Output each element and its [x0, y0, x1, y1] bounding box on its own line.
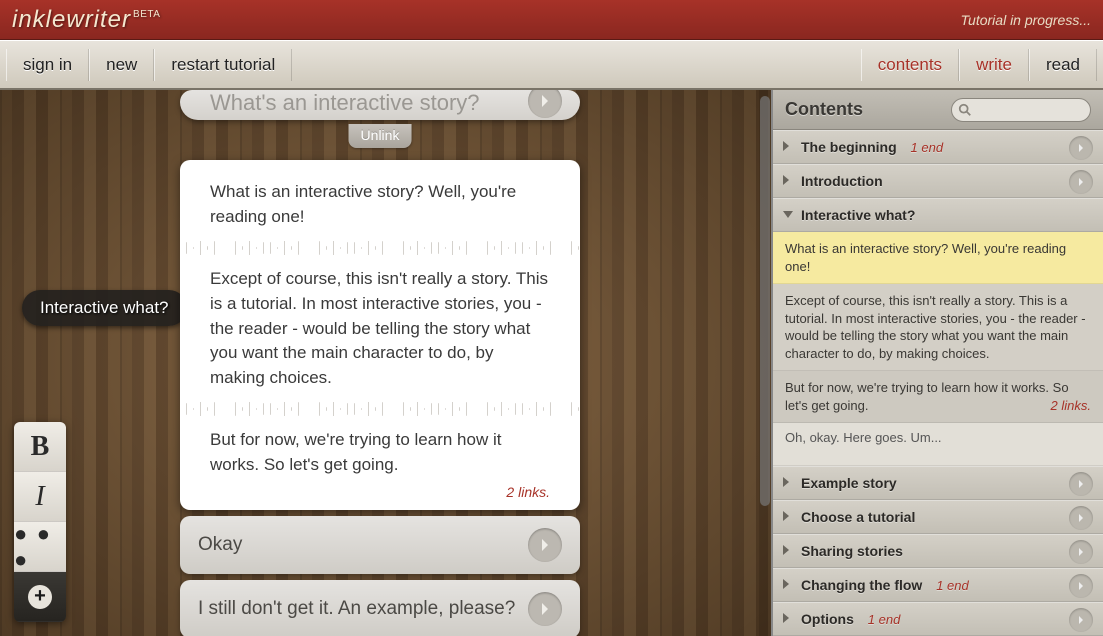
disclosure-icon [783, 477, 789, 487]
links-count: 2 links. [1051, 397, 1091, 415]
arrow-right-icon[interactable] [1069, 608, 1093, 632]
top-bar: inklewriterBETA Tutorial in progress... [0, 0, 1103, 40]
paragraph[interactable]: What is an interactive story? Well, you'… [210, 180, 550, 229]
logo: inklewriterBETA [12, 6, 158, 34]
workspace: Interactive what? What's an interactive … [0, 90, 1103, 636]
peek-text: What's an interactive story? [210, 90, 480, 115]
arrow-right-icon[interactable] [528, 90, 562, 118]
canvas-scrollbar[interactable] [759, 90, 771, 636]
paragraph[interactable]: Except of course, this isn't really a st… [210, 267, 550, 390]
toc-expanded-body: What is an interactive story? Well, you'… [773, 232, 1103, 466]
story-paper[interactable]: What is an interactive story? Well, you'… [180, 160, 580, 510]
scroll-thumb[interactable] [760, 96, 770, 506]
end-badge: 1 end [868, 612, 901, 627]
end-badge: 1 end [936, 578, 969, 593]
paragraph[interactable]: But for now, we're trying to learn how i… [210, 428, 550, 477]
add-button[interactable]: + [14, 572, 66, 622]
arrow-right-icon[interactable] [528, 592, 562, 626]
toc-row-text: But for now, we're trying to learn how i… [785, 380, 1069, 413]
contents-list[interactable]: The beginning 1 end Introduction Interac… [773, 130, 1103, 636]
end-badge: 1 end [911, 140, 944, 155]
search-input[interactable] [951, 98, 1091, 122]
disclosure-icon [783, 511, 789, 521]
toc-item-introduction[interactable]: Introduction [773, 164, 1103, 198]
toc-label: Sharing stories [801, 543, 903, 559]
read-tab[interactable]: read [1029, 49, 1097, 81]
tear-divider [180, 402, 580, 416]
story-option[interactable]: Okay [180, 516, 580, 574]
contents-sidebar: Contents The beginning 1 end Introductio… [771, 90, 1103, 636]
toc-item-example-story[interactable]: Example story [773, 466, 1103, 500]
section-tag[interactable]: Interactive what? [22, 290, 187, 326]
arrow-right-icon[interactable] [1069, 574, 1093, 598]
logo-text: inklewriter [12, 6, 131, 33]
arrow-right-icon[interactable] [1069, 540, 1093, 564]
arrow-right-icon[interactable] [528, 528, 562, 562]
signin-button[interactable]: sign in [6, 49, 89, 81]
menu-bar: sign in new restart tutorial contents wr… [0, 40, 1103, 90]
previous-card-peek[interactable]: What's an interactive story? [180, 90, 580, 120]
toc-label: Changing the flow [801, 577, 922, 593]
plus-icon: + [28, 585, 52, 609]
arrow-right-icon[interactable] [1069, 170, 1093, 194]
disclosure-icon [783, 141, 789, 151]
italic-button[interactable]: I [14, 472, 66, 522]
tear-divider [180, 241, 580, 255]
contents-tab[interactable]: contents [861, 49, 959, 81]
format-toolbar: B I ● ● ● + [14, 422, 66, 622]
search-icon [958, 103, 972, 117]
links-count: 2 links. [210, 484, 550, 500]
unlink-button[interactable]: Unlink [349, 124, 412, 148]
arrow-right-icon[interactable] [1069, 506, 1093, 530]
disclosure-icon [783, 175, 789, 185]
toc-item-changing-flow[interactable]: Changing the flow 1 end [773, 568, 1103, 602]
toc-label: The beginning [801, 139, 897, 155]
toc-label: Options [801, 611, 854, 627]
disclosure-icon [783, 613, 789, 623]
arrow-right-icon[interactable] [1069, 472, 1093, 496]
restart-tutorial-button[interactable]: restart tutorial [154, 49, 292, 81]
option-label: Okay [198, 534, 528, 556]
toc-item-interactive-what[interactable]: Interactive what? [773, 198, 1103, 232]
sidebar-header: Contents [773, 90, 1103, 130]
disclosure-icon [783, 579, 789, 589]
toc-paragraph-row[interactable]: What is an interactive story? Well, you'… [773, 232, 1103, 284]
toc-item-options[interactable]: Options 1 end [773, 602, 1103, 636]
new-button[interactable]: new [89, 49, 154, 81]
toc-paragraph-row[interactable]: Oh, okay. Here goes. Um... [773, 423, 1103, 466]
toc-label: Choose a tutorial [801, 509, 915, 525]
bold-button[interactable]: B [14, 422, 66, 472]
toc-item-beginning[interactable]: The beginning 1 end [773, 130, 1103, 164]
toc-paragraph-row[interactable]: But for now, we're trying to learn how i… [773, 371, 1103, 423]
write-tab[interactable]: write [959, 49, 1029, 81]
disclosure-icon [783, 545, 789, 555]
toc-item-sharing-stories[interactable]: Sharing stories [773, 534, 1103, 568]
search-wrap [951, 98, 1091, 122]
story-canvas[interactable]: Interactive what? What's an interactive … [0, 90, 771, 636]
story-card: What's an interactive story? Unlink What… [180, 90, 580, 636]
toc-paragraph-row[interactable]: Except of course, this isn't really a st… [773, 284, 1103, 371]
disclosure-icon [783, 211, 793, 218]
story-option[interactable]: I still don't get it. An example, please… [180, 580, 580, 636]
sidebar-title: Contents [785, 99, 941, 120]
logo-beta: BETA [133, 9, 160, 20]
toc-label: Interactive what? [801, 207, 915, 223]
toc-label: Introduction [801, 173, 883, 189]
toc-item-choose-tutorial[interactable]: Choose a tutorial [773, 500, 1103, 534]
toc-label: Example story [801, 475, 897, 491]
more-format-button[interactable]: ● ● ● [14, 522, 66, 572]
arrow-right-icon[interactable] [1069, 136, 1093, 160]
tutorial-status: Tutorial in progress... [961, 12, 1091, 28]
option-label: I still don't get it. An example, please… [198, 598, 528, 620]
